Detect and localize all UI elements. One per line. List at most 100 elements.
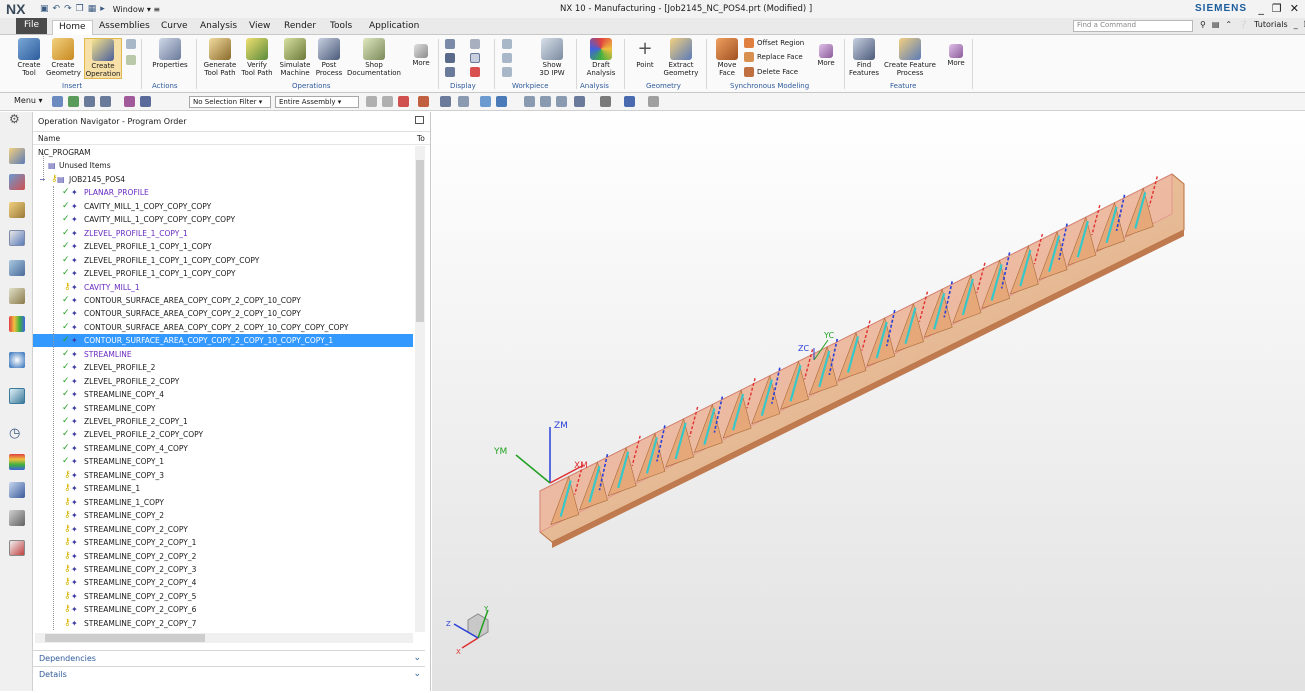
toolbar-icon-2[interactable] [68, 96, 79, 107]
window-menu[interactable]: Window ▾ ≡ [113, 5, 160, 14]
more-operations-button[interactable]: More [408, 38, 434, 67]
chevron-down-icon[interactable]: ⌄ [413, 667, 421, 682]
tab-view[interactable]: View [243, 20, 276, 32]
tab-assemblies[interactable]: Assemblies [93, 20, 156, 32]
point-button[interactable]: + Point [632, 38, 658, 69]
properties-button[interactable]: Properties [150, 38, 190, 69]
display-icon-1[interactable] [445, 39, 455, 49]
minimize-child-button[interactable]: _ [1294, 20, 1298, 29]
vertical-scrollbar[interactable] [415, 146, 425, 632]
machine-tool-navigator-icon[interactable] [9, 260, 25, 276]
process-studio-icon[interactable] [9, 540, 25, 556]
tree-row-operation[interactable]: ⚷ ✦ STREAMLINE_COPY_2_COPY_7 [33, 617, 413, 630]
tree-row-operation[interactable]: ✓ ✦ CONTOUR_SURFACE_AREA_COPY_COPY_2_COPY_… [33, 321, 413, 334]
paste-icon[interactable]: ▦ [88, 4, 97, 14]
tree-row-operation[interactable]: ✓ ✦ CONTOUR_SURFACE_AREA_COPY_COPY_2_COPY_… [33, 307, 413, 320]
clock-icon[interactable]: ◷ [9, 426, 25, 442]
ribbon-options-icon[interactable]: ▤ [1212, 20, 1220, 29]
display-icon-6[interactable] [470, 67, 480, 77]
tree-row-operation[interactable]: ✓ ✦ ZLEVEL_PROFILE_1_COPY_1_COPY_COPY [33, 267, 413, 280]
dependencies-panel[interactable]: Dependencies ⌄ [33, 650, 425, 666]
scroll-thumb[interactable] [416, 160, 424, 322]
settings-icon[interactable]: ⚙ [9, 112, 25, 128]
generate-tool-path-button[interactable]: Generate Tool Path [202, 38, 238, 77]
tree-row-operation[interactable]: ⚷ ✦ STREAMLINE_COPY_2_COPY_1 [33, 536, 413, 549]
move-face-button[interactable]: Move Face [712, 38, 742, 77]
toolbar-icon-16[interactable] [540, 96, 551, 107]
tab-tools[interactable]: Tools [324, 20, 358, 32]
tree-row-operation[interactable]: ✓ ✦ ZLEVEL_PROFILE_2_COPY [33, 375, 413, 388]
show-3d-ipw-button[interactable]: Show 3D IPW [534, 38, 570, 77]
maximize-icon[interactable] [415, 116, 424, 124]
post-process-button[interactable]: Post Process [314, 38, 344, 77]
tree-row-operation[interactable]: ✓ ✦ ZLEVEL_PROFILE_1_COPY_1 [33, 227, 413, 240]
tree-row-operation[interactable]: ⚷ ✦ CAVITY_MILL_1 [33, 281, 413, 294]
collapse-ribbon-icon[interactable]: ⌃ [1225, 20, 1232, 29]
roles-icon[interactable] [9, 316, 25, 332]
toolbar-icon-11[interactable] [440, 96, 451, 107]
operation-navigator-icon[interactable] [9, 230, 25, 246]
tree-row-operation[interactable]: ⚷ ✦ STREAMLINE_1 [33, 482, 413, 495]
tab-application[interactable]: Application [363, 20, 425, 32]
toolbar-icon-7[interactable] [366, 96, 377, 107]
toolbar-icon-14[interactable] [496, 96, 507, 107]
minimize-button[interactable]: _ [1258, 2, 1264, 15]
toolbar-icon-13[interactable] [480, 96, 491, 107]
create-tool-button[interactable]: Create Tool [14, 38, 44, 77]
tab-curve[interactable]: Curve [155, 20, 194, 32]
tree-row-operation[interactable]: ⚷ ✦ STREAMLINE_COPY_2_COPY_5 [33, 590, 413, 603]
toolbar-icon-5[interactable] [124, 96, 135, 107]
toolbar-icon-9[interactable] [398, 96, 409, 107]
redo-icon[interactable]: ↷ [64, 4, 72, 14]
toolbar-icon-15[interactable] [524, 96, 535, 107]
toolbar-icon-21[interactable] [648, 96, 659, 107]
tree-row-operation[interactable]: ⚷ ✦ STREAMLINE_COPY_2_COPY [33, 523, 413, 536]
tree-row-operation[interactable]: ⚷ ✦ STREAMLINE_COPY_3 [33, 469, 413, 482]
tree-row-operation[interactable]: ⚷ ✦ STREAMLINE_COPY_2_COPY_4 [33, 576, 413, 589]
history-icon[interactable] [9, 388, 25, 404]
feature-navigator-icon[interactable] [9, 288, 25, 304]
create-geometry-button[interactable]: Create Geometry [46, 38, 81, 77]
tree-row-operation[interactable]: ✓ ✦ CAVITY_MILL_1_COPY_COPY_COPY_COPY [33, 213, 413, 226]
display-icon-2[interactable] [445, 53, 455, 63]
more-sync-button[interactable]: More [814, 38, 838, 67]
close-button[interactable]: ✕ [1290, 2, 1299, 15]
tab-home[interactable]: Home [52, 20, 93, 35]
toolbar-icon-20[interactable] [624, 96, 635, 107]
small-icon-b[interactable] [126, 55, 136, 65]
tutorials-link[interactable]: Tutorials [1254, 20, 1288, 29]
tab-file[interactable]: File [16, 18, 48, 34]
scroll-thumb[interactable] [45, 634, 205, 642]
palette-icon[interactable] [9, 454, 25, 470]
tree-row-job[interactable]: − ⚷ ▤ JOB2145_POS4 [33, 173, 413, 186]
column-header[interactable]: Name To [33, 132, 430, 145]
column-tool[interactable]: To [417, 134, 425, 143]
part-navigator-icon[interactable] [9, 148, 25, 164]
selection-filter-dropdown[interactable]: No Selection Filter ▾ [189, 96, 271, 108]
tree-row-unused[interactable]: ▤ Unused Items [33, 159, 413, 172]
toolbar-icon-3[interactable] [84, 96, 95, 107]
extract-geometry-button[interactable]: Extract Geometry [662, 38, 700, 77]
verify-tool-path-button[interactable]: Verify Tool Path [240, 38, 274, 77]
tree-row-operation[interactable]: ✓ ✦ STREAMLINE_COPY_1 [33, 455, 413, 468]
display-icon-5[interactable] [470, 53, 480, 63]
offset-region-button[interactable]: Offset Region [744, 38, 804, 48]
assembly-navigator-icon[interactable] [9, 174, 25, 190]
menu-button[interactable]: Menu ▾ [14, 96, 43, 105]
chevron-down-icon[interactable]: ⌄ [413, 651, 421, 666]
tab-render[interactable]: Render [278, 20, 322, 32]
tree-row-operation[interactable]: ✓ ✦ ZLEVEL_PROFILE_1_COPY_1_COPY [33, 240, 413, 253]
tree-row-operation[interactable]: ⚷ ✦ STREAMLINE_1_COPY [33, 496, 413, 509]
tree-row-operation[interactable]: ⚷ ✦ STREAMLINE_COPY_2_COPY_2 [33, 550, 413, 563]
workpiece-icon-2[interactable] [502, 53, 512, 63]
undo-icon[interactable]: ↶ [53, 4, 61, 14]
toolbar-icon-19[interactable] [600, 96, 611, 107]
small-icon-a[interactable] [126, 39, 136, 49]
create-feature-process-button[interactable]: Create Feature Process [882, 38, 938, 77]
create-operation-button[interactable]: Create Operation [84, 38, 122, 79]
tree-row-operation[interactable]: ⚷ ✦ STREAMLINE_COPY_2 [33, 509, 413, 522]
tree-row-operation[interactable]: ✓ ✦ STREAMLINE_COPY_4_COPY [33, 442, 413, 455]
toolbar-icon-17[interactable] [556, 96, 567, 107]
toolbar-icon-4[interactable] [100, 96, 111, 107]
more-feature-button[interactable]: More [944, 38, 968, 67]
